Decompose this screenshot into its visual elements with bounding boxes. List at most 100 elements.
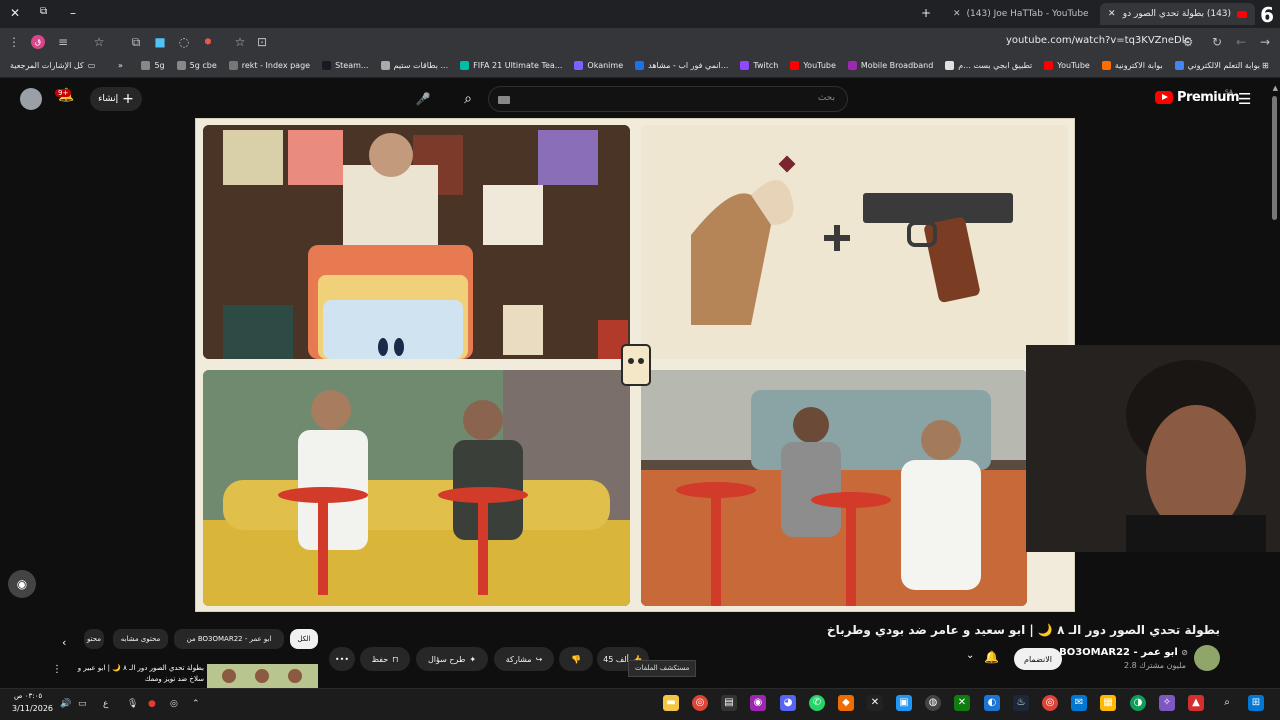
bookmark-item[interactable]: Twitch (740, 61, 778, 70)
bookmark-item[interactable]: YouTube (1044, 61, 1090, 70)
join-button[interactable]: الانضمام (1014, 648, 1062, 670)
chip-related-partial[interactable]: محتو (84, 629, 104, 649)
taskbar-search-icon[interactable]: ⌕ (1219, 695, 1235, 711)
bookmark-item[interactable]: انمي فور اب - مشاهد... (635, 61, 728, 70)
page-scrollbar[interactable] (1272, 96, 1277, 220)
bookmark-item[interactable]: Okanime (574, 61, 623, 70)
extensions-icon[interactable]: ⧉ (128, 34, 144, 50)
extension-icon[interactable]: ◌ (176, 34, 192, 50)
tray-app-icon[interactable]: ● (148, 699, 156, 709)
create-button[interactable]: إنشاء + (90, 87, 142, 111)
hamburger-menu-icon[interactable]: ☰ (1238, 90, 1251, 108)
whatsapp-icon[interactable]: ✆ (809, 695, 825, 711)
app-icon[interactable]: ◉ (750, 695, 766, 711)
address-bar[interactable]: youtube.com/watch?v=tq3KVZneDlc (1006, 35, 1190, 46)
channel-name[interactable]: BO3OMAR22 - ابو عمر ⊘ (1059, 647, 1188, 658)
create-label: إنشاء (98, 94, 119, 104)
mic-tray-icon[interactable]: 🎙 (127, 699, 138, 709)
channel-avatar[interactable] (1194, 645, 1220, 671)
tray-overflow-chevron-icon[interactable]: ⌃ (192, 699, 200, 709)
app-icon[interactable]: ▣ (896, 695, 912, 711)
ask-question-button[interactable]: طرح سؤال ✦ (416, 647, 488, 671)
tab-close-icon[interactable]: ✕ (1108, 9, 1116, 19)
app-icon[interactable]: ◐ (984, 695, 1000, 711)
bookmarks-overflow-icon[interactable]: » (118, 61, 123, 70)
more-actions-button[interactable]: ••• (329, 647, 355, 671)
back-icon[interactable]: → (1257, 34, 1273, 50)
chrome-active-icon[interactable]: ◎ (1042, 695, 1058, 711)
search-icon[interactable]: ⌕ (453, 86, 483, 112)
bookmark-item[interactable]: بطاقات ستيم ... (380, 61, 448, 70)
steam-icon[interactable]: ♨ (1013, 695, 1029, 711)
bookmark-page-icon[interactable]: ☆ (232, 34, 248, 50)
bookmark-star-icon[interactable]: ☆ (91, 34, 107, 50)
xbox-icon[interactable]: ✕ (954, 695, 970, 711)
close-window-icon[interactable]: ✕ (10, 6, 20, 20)
bookmark-item[interactable]: YouTube (790, 61, 836, 70)
bookmark-item[interactable]: تطبيق ابجي بست ...م (945, 61, 1032, 70)
windows-start-icon[interactable]: ⊞ (1248, 695, 1264, 711)
clock-time[interactable]: ٠٣:٠٥ ص (14, 692, 42, 700)
bookmark-item[interactable]: 5g cbe (176, 61, 217, 70)
reading-list-icon[interactable]: ≡ (55, 34, 71, 50)
chip-all[interactable]: الكل (290, 629, 318, 649)
tab-joe-hattab[interactable]: ✕ (143) Joe HaTTab - YouTube (945, 3, 1095, 25)
edge-icon[interactable]: ◑ (1130, 695, 1146, 711)
minimize-window-icon[interactable]: – (70, 6, 76, 20)
copilot-icon[interactable]: ✧ (1159, 695, 1175, 711)
bookmark-item[interactable]: FIFA 21 Ultimate Tea... (460, 61, 562, 70)
reload-icon[interactable]: ↻ (1209, 34, 1225, 50)
app-icon[interactable]: ◆ (838, 695, 854, 711)
tray-app-icon[interactable]: ◎ (170, 699, 178, 709)
more-menu-icon[interactable]: ⋮ (6, 34, 22, 50)
recommendation-more-icon[interactable]: ⋮ (52, 664, 62, 675)
chip-from-channel[interactable]: من BO3OMAR22 - ابو عمر (174, 629, 284, 649)
adblock-icon[interactable]: ⬢ (200, 34, 216, 50)
tab-close-icon[interactable]: ✕ (953, 9, 961, 19)
video-player[interactable] (195, 118, 1075, 612)
tab-current-video[interactable]: ✕ (143) بطولة تحدي الصور دو... (1100, 3, 1255, 25)
extension-icon[interactable]: ■ (152, 34, 168, 50)
search-input[interactable]: بحث (488, 86, 848, 112)
install-app-icon[interactable]: ⊡ (254, 34, 270, 50)
store-icon[interactable]: ▦ (1100, 695, 1116, 711)
input-language[interactable]: ع (103, 699, 108, 709)
clock-date[interactable]: 3/11/2026 (12, 704, 53, 713)
profile-icon[interactable]: ق (31, 35, 45, 49)
save-button[interactable]: حفظ ⊓ (360, 647, 410, 671)
mini-logo-icon[interactable]: ◉ (8, 570, 36, 598)
bookmark-item[interactable]: Steam... (322, 61, 369, 70)
bookmark-item[interactable]: rekt - Index page (228, 61, 310, 70)
recommendation-title[interactable]: بطولة تحدي الصور دور الـ ٨ 🌙 | ابو عبير … (64, 663, 204, 685)
scroll-up-arrow-icon[interactable]: ▲ (1273, 84, 1278, 92)
app-icon[interactable]: ▲ (1188, 695, 1204, 711)
chevron-down-icon[interactable]: ⌄ (966, 650, 974, 661)
file-explorer-icon[interactable]: ▬ (663, 695, 679, 711)
bookmark-item[interactable]: Mobile Broadband (847, 61, 933, 70)
voice-search-mic-icon[interactable]: 🎤 (412, 88, 434, 110)
bookmark-item[interactable]: 5g (141, 61, 165, 70)
dislike-button[interactable]: 👎 (559, 647, 593, 671)
forward-icon[interactable]: ← (1233, 34, 1249, 50)
chips-prev-arrow-icon[interactable]: ‹ (62, 636, 66, 649)
all-bookmarks-folder[interactable]: كل الإشارات المرجعية ▭ (10, 61, 95, 70)
obs-icon[interactable]: ◍ (925, 695, 941, 711)
app-icon[interactable]: ▤ (721, 695, 737, 711)
keyboard-icon[interactable] (498, 96, 510, 104)
new-tab-icon[interactable]: + (921, 6, 931, 20)
chrome-icon[interactable]: ◎ (692, 695, 708, 711)
discord-icon[interactable]: ◕ (780, 695, 796, 711)
chip-similar-content[interactable]: محتوى مشابه (113, 629, 168, 649)
bookmark-item[interactable]: بوابة الاكترونية (1101, 61, 1163, 70)
volume-icon[interactable]: 🔊 (60, 699, 71, 709)
recommendation-thumbnail[interactable] (207, 664, 318, 688)
restore-window-icon[interactable]: ⧉ (40, 6, 47, 17)
app-icon[interactable]: ✕ (867, 695, 883, 711)
outlook-icon[interactable]: ✉ (1071, 695, 1087, 711)
bookmark-item[interactable]: بوابة التعلم الالكتروني (1174, 61, 1260, 70)
network-icon[interactable]: ▭ (78, 699, 87, 709)
apps-grid-icon[interactable]: ⊞ (1262, 61, 1269, 70)
share-button[interactable]: مشاركة ↪ (494, 647, 554, 671)
avatar[interactable] (20, 88, 42, 110)
subscribe-bell-icon[interactable]: 🔔 (984, 650, 999, 664)
